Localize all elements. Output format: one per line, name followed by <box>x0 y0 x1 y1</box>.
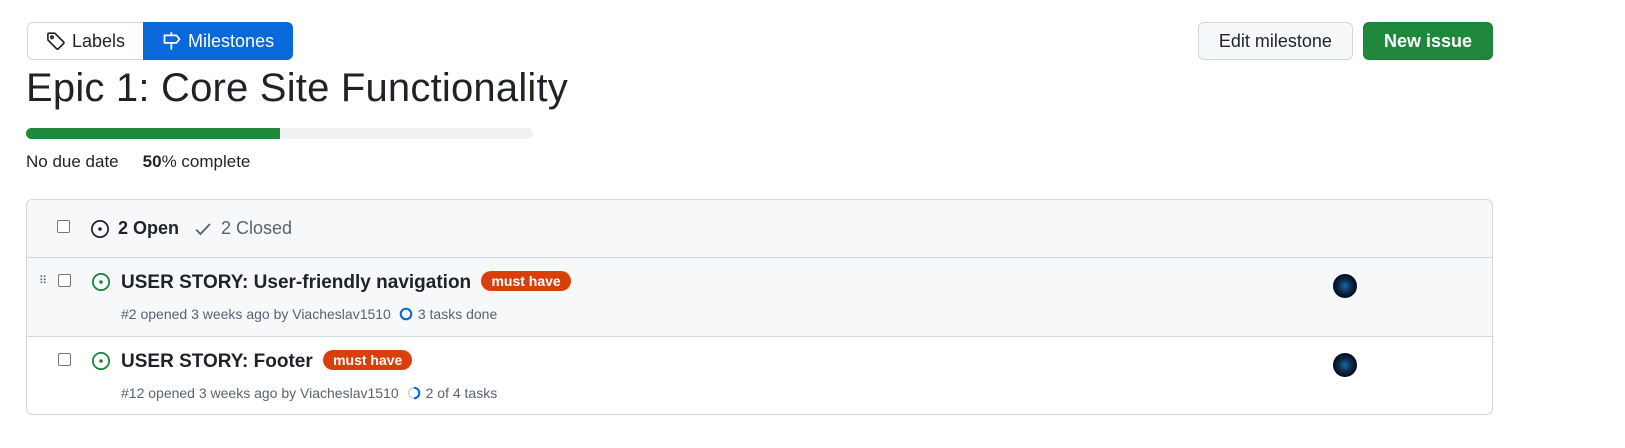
issue-meta-text: #12 opened 3 weeks ago by Viacheslav1510 <box>121 385 399 401</box>
task-complete-icon <box>399 307 413 321</box>
issue-meta: #2 opened 3 weeks ago by Viacheslav1510 … <box>121 306 497 322</box>
closed-issues-filter[interactable]: 2 Closed <box>193 218 292 239</box>
completion-percent: 50 <box>142 152 162 171</box>
issue-label[interactable]: must have <box>323 350 413 370</box>
issue-meta-text: #2 opened 3 weeks ago by Viacheslav1510 <box>121 306 391 322</box>
milestones-tab[interactable]: Milestones <box>143 22 294 60</box>
issue-opened-icon <box>91 219 109 238</box>
labels-tab-label: Labels <box>72 30 126 51</box>
new-issue-button[interactable]: New issue <box>1362 22 1493 60</box>
issue-title-link[interactable]: USER STORY: Footer must have <box>121 350 413 373</box>
task-progress: 3 tasks done <box>399 306 497 322</box>
issue-row[interactable]: ⠿ USER STORY: User-friendly navigation m… <box>27 258 1492 337</box>
task-progress-text: 2 of 4 tasks <box>425 385 498 401</box>
open-issues-filter[interactable]: 2 Open <box>90 218 179 239</box>
task-progress: 2 of 4 tasks <box>407 385 498 401</box>
milestone-progress-fill <box>26 128 280 139</box>
subnav: Labels Milestones <box>27 22 294 60</box>
issue-meta: #12 opened 3 weeks ago by Viacheslav1510… <box>121 385 497 401</box>
due-date: No due date <box>26 152 119 171</box>
issue-title: USER STORY: Footer <box>121 351 313 372</box>
closed-count: 2 Closed <box>221 218 293 238</box>
select-all-checkbox[interactable] <box>57 220 70 233</box>
milestone-progress-bar <box>26 128 533 139</box>
edit-milestone-button[interactable]: Edit milestone <box>1197 22 1353 60</box>
drag-handle-icon[interactable]: ⠿ <box>39 276 47 287</box>
issue-title: USER STORY: User-friendly navigation <box>121 272 472 293</box>
issue-title-link[interactable]: USER STORY: User-friendly navigation mus… <box>121 271 571 294</box>
assignee-avatar[interactable] <box>1333 353 1357 377</box>
labels-tab[interactable]: Labels <box>27 22 144 60</box>
issue-checkbox[interactable] <box>58 353 71 366</box>
check-icon <box>195 222 211 235</box>
milestone-icon <box>163 32 181 50</box>
milestone-meta: No due date 50% complete <box>26 152 250 172</box>
completion-label: % complete <box>161 152 251 171</box>
issues-box: 2 Open 2 Closed ⠿ USER STORY: User-frien… <box>26 199 1493 415</box>
issues-box-header: 2 Open 2 Closed <box>27 200 1492 258</box>
assignee-avatar[interactable] <box>1333 274 1357 298</box>
completion: 50% complete <box>143 152 251 172</box>
issue-checkbox[interactable] <box>58 274 71 287</box>
issue-row[interactable]: USER STORY: Footer must have #12 opened … <box>27 337 1492 414</box>
open-count: 2 Open <box>118 218 180 238</box>
milestone-title: Epic 1: Core Site Functionality <box>26 66 569 110</box>
issue-label[interactable]: must have <box>481 271 571 291</box>
milestones-tab-label: Milestones <box>188 30 275 51</box>
issue-opened-icon <box>92 273 110 291</box>
issue-opened-icon <box>92 352 110 370</box>
tag-icon <box>47 32 65 50</box>
task-partial-icon <box>407 386 420 400</box>
task-progress-text: 3 tasks done <box>417 306 498 322</box>
header-actions: Edit milestone New issue <box>1197 22 1493 60</box>
